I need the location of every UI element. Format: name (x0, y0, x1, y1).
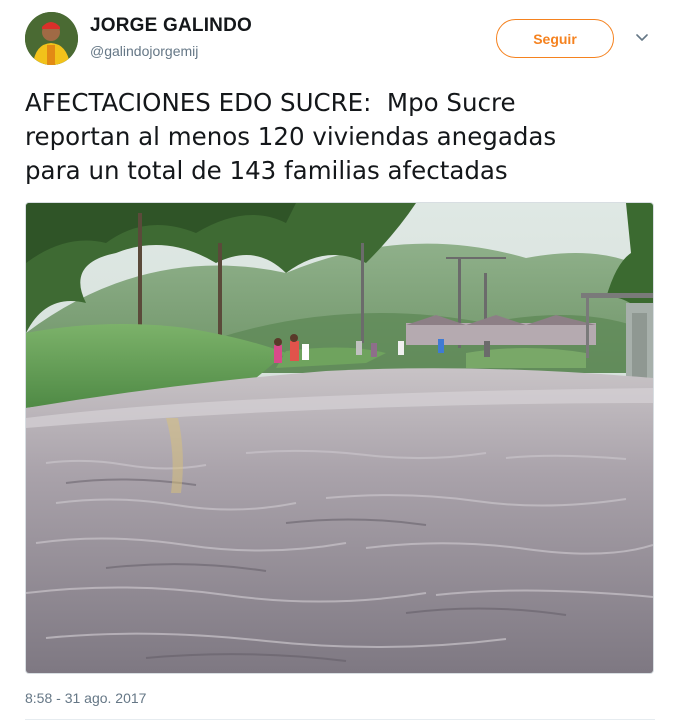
tweet-photo[interactable] (25, 202, 654, 674)
avatar-image (25, 12, 78, 65)
divider (25, 719, 655, 720)
chevron-down-icon[interactable] (634, 32, 650, 44)
tweet-text: AFECTACIONES EDO SUCRE: Mpo Sucre report… (25, 88, 557, 185)
follow-button[interactable]: Seguir (496, 19, 614, 58)
flooded-street-photo (26, 203, 653, 673)
tweet-card: JORGE GALINDO @galindojorgemij Seguir AF… (0, 0, 680, 724)
avatar[interactable] (25, 12, 78, 65)
user-handle[interactable]: @galindojorgemij (90, 43, 198, 59)
display-name[interactable]: JORGE GALINDO (90, 15, 252, 37)
tweet-timestamp[interactable]: 8:58 - 31 ago. 2017 (25, 690, 146, 706)
